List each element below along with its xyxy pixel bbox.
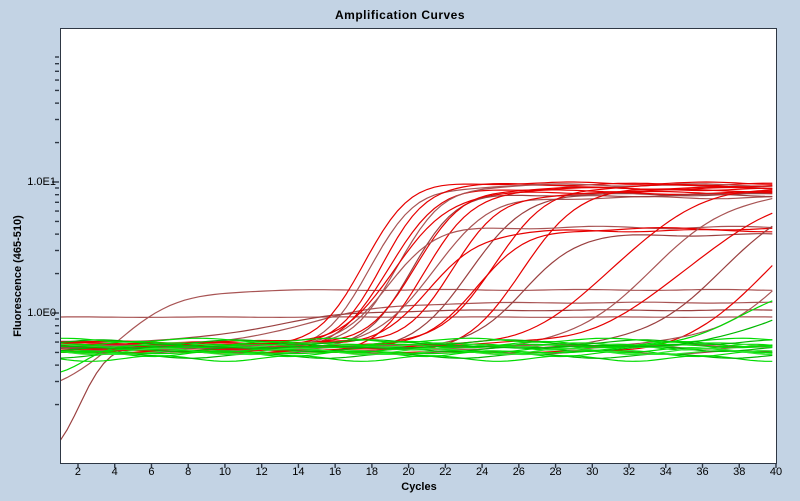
y-tick-label-1.0E1: 1.0E1 xyxy=(18,176,56,188)
curve-pos-13 xyxy=(61,185,772,348)
x-tick-label-12: 12 xyxy=(247,466,277,478)
curve-late-06 xyxy=(61,291,772,347)
curve-pos-09 xyxy=(61,190,772,353)
x-tick-label-2: 2 xyxy=(63,466,93,478)
y-tick-label-1.0E0: 1.0E0 xyxy=(18,307,56,319)
x-tick-label-14: 14 xyxy=(283,466,313,478)
curve-pos-12 xyxy=(61,194,772,349)
x-tick-label-4: 4 xyxy=(100,466,130,478)
curve-mid-03 xyxy=(61,228,772,351)
curve-pos-06 xyxy=(61,192,772,344)
x-tick-label-38: 38 xyxy=(724,466,754,478)
x-tick-label-22: 22 xyxy=(430,466,460,478)
chart-title: Amplification Curves xyxy=(0,8,800,22)
x-tick-label-6: 6 xyxy=(136,466,166,478)
x-axis-label: Cycles xyxy=(61,481,777,493)
curve-pos-02 xyxy=(61,185,772,351)
curve-pos-10 xyxy=(61,197,772,349)
x-tick-label-8: 8 xyxy=(173,466,203,478)
x-tick-label-40: 40 xyxy=(761,466,791,478)
x-tick-label-28: 28 xyxy=(541,466,571,478)
x-tick-label-18: 18 xyxy=(357,466,387,478)
x-tick-label-10: 10 xyxy=(210,466,240,478)
curves-layer xyxy=(61,29,776,463)
plot-area xyxy=(60,28,777,464)
curve-pos-11 xyxy=(61,192,772,344)
curve-mid-02 xyxy=(61,230,772,346)
curve-late-01 xyxy=(61,190,772,348)
curve-early-steep-riser xyxy=(61,345,772,442)
x-tick-label-36: 36 xyxy=(688,466,718,478)
x-tick-label-34: 34 xyxy=(651,466,681,478)
x-tick-label-16: 16 xyxy=(320,466,350,478)
curve-pos-14 xyxy=(61,188,772,351)
y-axis-label: Fluorescence (465-510) xyxy=(12,196,24,356)
x-tick-label-30: 30 xyxy=(577,466,607,478)
x-tick-label-24: 24 xyxy=(467,466,497,478)
curve-pos-07 xyxy=(61,194,772,351)
x-tick-label-32: 32 xyxy=(614,466,644,478)
x-tick-label-20: 20 xyxy=(394,466,424,478)
curve-late-02 xyxy=(61,199,772,352)
amplification-curves-window: Amplification Curves Fluorescence (465-5… xyxy=(0,0,800,501)
x-tick-label-26: 26 xyxy=(504,466,534,478)
curve-late-03 xyxy=(61,213,772,346)
